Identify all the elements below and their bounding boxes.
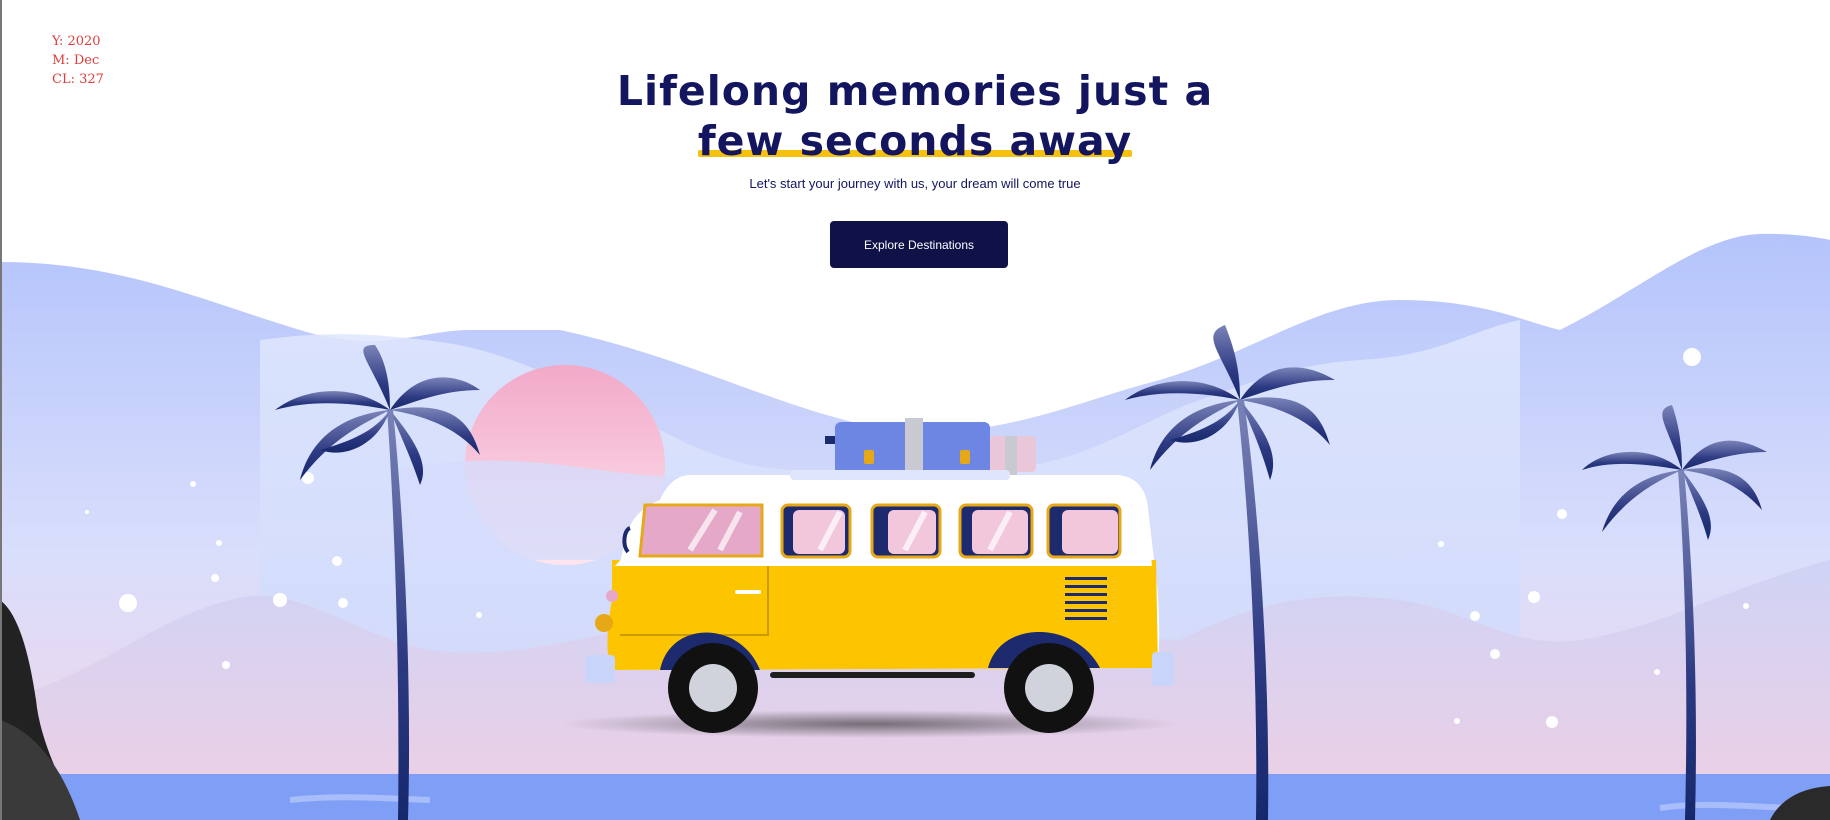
hero-title-line1: Lifelong memories just a: [616, 67, 1214, 115]
luggage-icon: [825, 418, 1036, 478]
mid-hills: [0, 560, 1830, 820]
sun-icon: [465, 365, 665, 565]
sea: [0, 774, 1830, 820]
left-rock: [0, 600, 80, 820]
pale-hills: [260, 320, 1520, 820]
back-hills: [0, 233, 1830, 820]
right-rock: [1770, 786, 1830, 820]
hero-title-line2-wrap: few seconds away: [697, 116, 1133, 166]
debug-year: Y: 2020: [52, 34, 101, 49]
hero-subtitle: Let's start your journey with us, your d…: [749, 176, 1081, 191]
palm-tree-icon: [275, 345, 480, 820]
explore-destinations-button[interactable]: Explore Destinations: [830, 221, 1008, 268]
van-wheel-front: [668, 643, 758, 733]
palm-tree-icon: [1125, 325, 1335, 820]
snow-dots: [85, 348, 1749, 728]
van-shadow: [560, 710, 1180, 738]
palm-tree-icon: [1582, 405, 1767, 820]
van-illustration: [585, 418, 1174, 733]
van-wheel-rear: [1004, 643, 1094, 733]
hero-title-line2: few seconds away: [697, 117, 1133, 165]
hero-title: Lifelong memories just a few seconds awa…: [0, 66, 1830, 166]
